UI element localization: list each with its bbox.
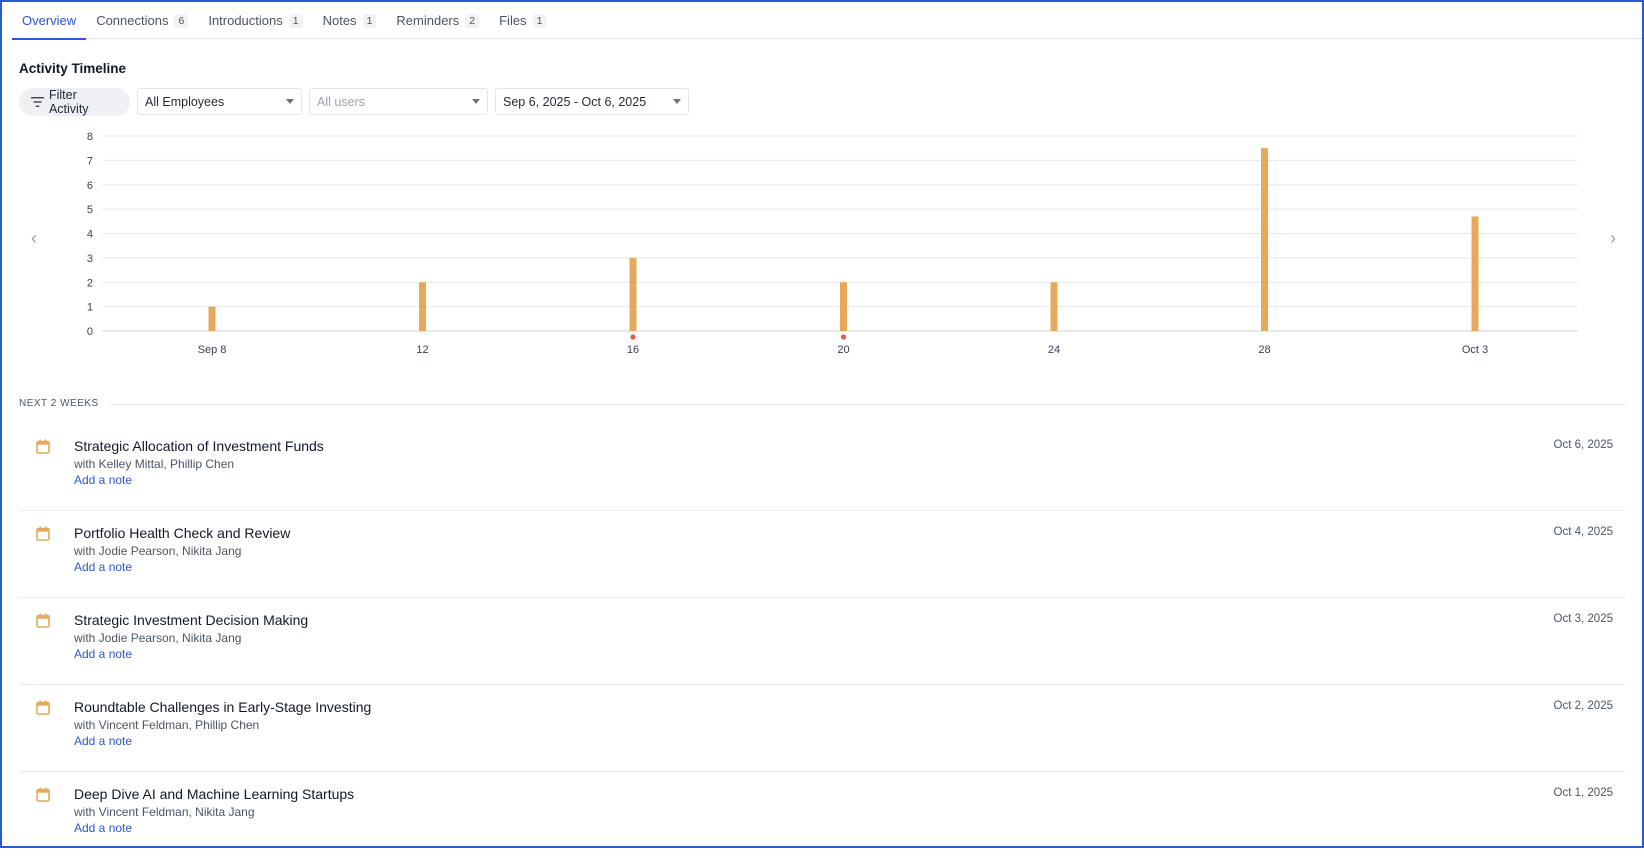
list-item[interactable]: Strategic Allocation of Investment Funds… (19, 424, 1626, 511)
users-select-placeholder: All users (317, 94, 365, 109)
activity-chart: 012345678Sep 8 12 16 20 24 28 Oct 3 (87, 131, 1578, 356)
event-marker-dot (630, 334, 636, 340)
chevron-down-icon (472, 99, 480, 104)
meeting-date: Oct 3, 2025 (1553, 613, 1613, 625)
tab-label: Files (499, 13, 527, 28)
meeting-title[interactable]: Strategic Investment Decision Making (74, 612, 308, 628)
x-tick-label: 28 (1258, 344, 1270, 356)
meeting-title[interactable]: Roundtable Challenges in Early-Stage Inv… (74, 699, 371, 715)
calendar-icon (36, 700, 50, 715)
list-item[interactable]: Strategic Investment Decision Making wit… (19, 598, 1626, 685)
filter-activity-label: Filter Activity (48, 88, 89, 116)
y-tick-label: 8 (87, 131, 93, 143)
add-note-link[interactable]: Add a note (74, 734, 132, 748)
x-tick-label: 20 (837, 344, 849, 356)
tab-files[interactable]: Files 1 (489, 2, 556, 39)
meeting-title[interactable]: Deep Dive AI and Machine Learning Startu… (74, 786, 354, 802)
tab-notes[interactable]: Notes 1 (313, 2, 387, 39)
y-tick-label: 6 (87, 180, 93, 192)
employees-select[interactable]: All Employees (137, 88, 302, 115)
chart-bar (1050, 282, 1058, 331)
activity-timeline-title: Activity Timeline (19, 61, 127, 76)
users-select[interactable]: All users (309, 88, 488, 115)
tab-overview[interactable]: Overview (12, 2, 87, 40)
y-tick-label: 3 (87, 253, 93, 265)
tab-reminders[interactable]: Reminders 2 (386, 2, 489, 39)
x-tick-label: 24 (1048, 344, 1060, 356)
y-tick-label: 1 (87, 302, 93, 314)
filter-icon (31, 97, 44, 107)
calendar-icon (36, 613, 50, 628)
upcoming-meetings-list: Strategic Allocation of Investment Funds… (19, 424, 1626, 859)
meeting-attendees: with Jodie Pearson, Nikita Jang (74, 544, 242, 558)
chart-bar (419, 282, 426, 331)
meeting-title[interactable]: Strategic Allocation of Investment Funds (74, 438, 324, 454)
tab-label: Reminders (396, 13, 460, 28)
y-tick-label: 4 (87, 229, 93, 241)
tab-bar: Overview Connections 6 Introductions 1 N… (12, 2, 1642, 40)
meeting-date: Oct 2, 2025 (1553, 700, 1613, 712)
calendar-icon (36, 439, 50, 454)
date-range-value: Sep 6, 2025 - Oct 6, 2025 (503, 94, 647, 109)
filter-activity-button[interactable]: Filter Activity (19, 88, 130, 116)
tab-introductions[interactable]: Introductions 1 (198, 2, 312, 39)
add-note-link[interactable]: Add a note (74, 821, 132, 835)
meeting-attendees: with Jodie Pearson, Nikita Jang (74, 631, 242, 645)
add-note-link[interactable]: Add a note (74, 560, 132, 574)
y-tick-label: 0 (87, 326, 93, 338)
chart-bar (629, 257, 637, 331)
y-tick-label: 5 (87, 204, 93, 216)
y-tick-label: 7 (87, 155, 93, 167)
x-tick-label: Sep 8 (198, 344, 227, 356)
section-divider (110, 404, 1626, 405)
calendar-icon (36, 526, 50, 541)
calendar-icon (36, 787, 50, 802)
meeting-attendees: with Vincent Feldman, Phillip Chen (74, 718, 260, 732)
meeting-attendees: with Vincent Feldman, Nikita Jang (74, 805, 255, 819)
meeting-date: Oct 4, 2025 (1553, 526, 1613, 538)
tab-count-badge: 6 (174, 13, 189, 28)
tab-label: Connections (96, 13, 169, 28)
y-tick-label: 2 (87, 277, 93, 289)
x-tick-label: 12 (416, 344, 428, 356)
employees-select-value: All Employees (145, 94, 225, 109)
date-range-select[interactable]: Sep 6, 2025 - Oct 6, 2025 (495, 88, 689, 115)
list-item[interactable]: Deep Dive AI and Machine Learning Startu… (19, 772, 1626, 859)
chart-bar (1261, 148, 1268, 331)
x-tick-label: Oct 3 (1462, 344, 1488, 356)
meeting-date: Oct 6, 2025 (1553, 439, 1613, 451)
meeting-date: Oct 1, 2025 (1553, 787, 1613, 799)
tab-label: Introductions (208, 13, 283, 28)
tab-count-badge: 1 (362, 13, 377, 28)
tab-count-badge: 1 (532, 13, 547, 28)
tab-count-badge: 2 (465, 13, 480, 28)
chart-bar (208, 306, 216, 331)
meeting-attendees: with Kelley Mittal, Phillip Chen (74, 457, 235, 471)
add-note-link[interactable]: Add a note (74, 647, 132, 661)
filter-bar: Filter Activity All Employees All users … (19, 88, 689, 116)
next-2-weeks-label: NEXT 2 WEEKS (19, 398, 99, 409)
chart-bar (1471, 216, 1479, 331)
add-note-link[interactable]: Add a note (74, 473, 132, 487)
tab-count-badge: 1 (288, 13, 303, 28)
tab-label: Overview (22, 13, 77, 28)
x-tick-label: 16 (627, 344, 639, 356)
meeting-title[interactable]: Portfolio Health Check and Review (74, 525, 290, 541)
event-marker-dot (840, 334, 847, 340)
list-item[interactable]: Portfolio Health Check and Review with J… (19, 511, 1626, 598)
chevron-down-icon (286, 99, 294, 104)
chevron-down-icon (673, 99, 681, 104)
tab-connections[interactable]: Connections 6 (86, 2, 198, 39)
window-frame: Overview Connections 6 Introductions 1 N… (0, 0, 1644, 848)
chart-bar (840, 282, 847, 331)
tab-label: Notes (322, 13, 357, 28)
list-item[interactable]: Roundtable Challenges in Early-Stage Inv… (19, 685, 1626, 772)
